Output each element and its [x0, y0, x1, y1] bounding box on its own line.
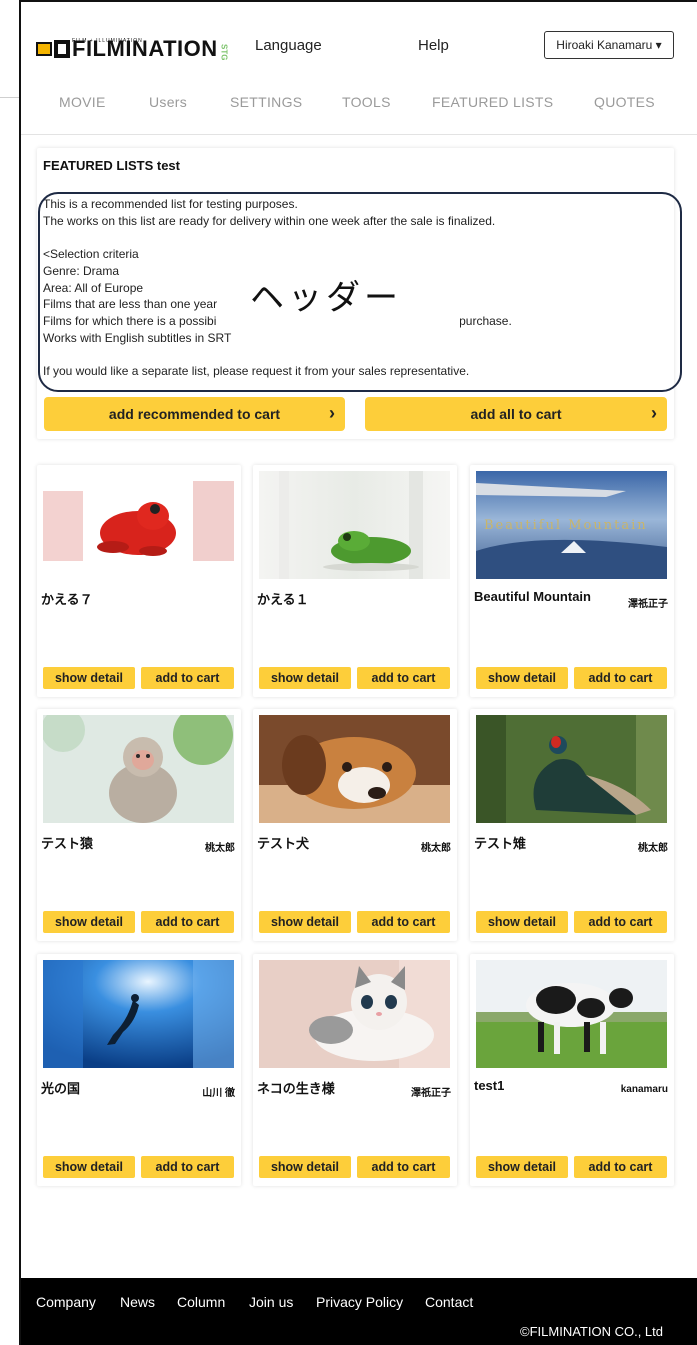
nav-item-users[interactable]: Users: [149, 94, 187, 110]
logo-mark-icon: [36, 38, 72, 60]
add-to-cart-button[interactable]: add to cart: [357, 911, 450, 933]
nav-item-quotes[interactable]: QUOTES: [594, 94, 655, 110]
show-detail-button[interactable]: show detail: [476, 911, 568, 933]
frame-border-left: [19, 0, 21, 1345]
card-title[interactable]: テスト犬: [257, 833, 309, 852]
thumbnail-green-frog[interactable]: [259, 471, 450, 579]
site-header: FILM + ILLUMINATION FILMINATION STG Lang…: [21, 2, 697, 135]
add-to-cart-button[interactable]: add to cart: [141, 667, 234, 689]
thumbnail-cow[interactable]: [476, 960, 667, 1068]
thumbnail-pheasant[interactable]: [476, 715, 667, 823]
copyright: ©FILMINATION CO., Ltd: [520, 1324, 663, 1339]
help-link[interactable]: Help: [418, 37, 449, 54]
card-title[interactable]: ネコの生き様: [257, 1078, 335, 1097]
footer-link-column[interactable]: Column: [177, 1294, 225, 1310]
user-menu-button[interactable]: Hiroaki Kanamaru ▾: [544, 31, 674, 59]
movie-card: テスト雉 桃太郎 show detail add to cart: [470, 709, 674, 941]
thumbnail-red-frog[interactable]: [43, 471, 234, 579]
thumbnail-kitten[interactable]: [259, 960, 450, 1068]
nav-item-settings[interactable]: SETTINGS: [230, 94, 302, 110]
thumbnail-overlay-text: Beautiful Mountain: [484, 518, 648, 533]
add-all-label: add all to cart: [470, 406, 562, 422]
add-to-cart-button[interactable]: add to cart: [141, 911, 234, 933]
add-to-cart-button[interactable]: add to cart: [357, 667, 450, 689]
movie-card: test1 kanamaru show detail add to cart: [470, 954, 674, 1186]
card-author: 澤祇正子: [411, 1088, 451, 1099]
footer-link-news[interactable]: News: [120, 1294, 155, 1310]
add-recommended-label: add recommended to cart: [108, 406, 281, 422]
thumbnail-monkey[interactable]: [43, 715, 234, 823]
card-title[interactable]: かえる１: [257, 589, 309, 608]
card-title[interactable]: テスト雉: [474, 833, 526, 852]
footer-link-privacy-policy[interactable]: Privacy Policy: [316, 1294, 403, 1310]
add-to-cart-button[interactable]: add to cart: [357, 1156, 450, 1178]
movie-card: Beautiful Mountain Beautiful Mountain 澤祇…: [470, 465, 674, 697]
card-author: 澤祇正子: [628, 599, 668, 610]
show-detail-button[interactable]: show detail: [43, 667, 135, 689]
site-footer: Company News Column Join us Privacy Poli…: [21, 1278, 697, 1345]
nav-item-tools[interactable]: TOOLS: [342, 94, 391, 110]
card-title[interactable]: test1: [474, 1078, 504, 1093]
language-link[interactable]: Language: [255, 37, 322, 54]
env-badge: STG: [219, 43, 229, 60]
add-to-cart-button[interactable]: add to cart: [574, 1156, 667, 1178]
show-detail-button[interactable]: show detail: [476, 667, 568, 689]
footer-link-company[interactable]: Company: [36, 1294, 96, 1310]
footer-link-contact[interactable]: Contact: [425, 1294, 473, 1310]
chevron-right-icon: ›: [651, 403, 657, 423]
footer-link-join-us[interactable]: Join us: [249, 1294, 293, 1310]
show-detail-button[interactable]: show detail: [476, 1156, 568, 1178]
movie-card: 光の国 山川 徹 show detail add to cart: [37, 954, 241, 1186]
nav-item-movie[interactable]: MOVIE: [59, 94, 106, 110]
movie-card: かえる１ show detail add to cart: [253, 465, 457, 697]
annotation-label: ヘッダー: [250, 278, 402, 318]
divider: [0, 97, 19, 98]
movie-card: テスト猿 桃太郎 show detail add to cart: [37, 709, 241, 941]
filmination-logo[interactable]: FILM + ILLUMINATION FILMINATION STG: [36, 28, 229, 60]
show-detail-button[interactable]: show detail: [259, 911, 351, 933]
add-recommended-to-cart-button[interactable]: add recommended to cart ›: [44, 397, 345, 431]
add-to-cart-button[interactable]: add to cart: [141, 1156, 234, 1178]
thumbnail-dog[interactable]: [259, 715, 450, 823]
movie-card: テスト犬 桃太郎 show detail add to cart: [253, 709, 457, 941]
thumbnail-diver[interactable]: [43, 960, 234, 1068]
card-author: 桃太郎: [421, 843, 451, 854]
thumbnail-mountain[interactable]: Beautiful Mountain: [476, 471, 667, 579]
add-to-cart-button[interactable]: add to cart: [574, 911, 667, 933]
card-title[interactable]: テスト猿: [41, 833, 93, 852]
card-author: 山川 徹: [202, 1088, 235, 1099]
chevron-right-icon: ›: [329, 403, 335, 423]
card-title[interactable]: Beautiful Mountain: [474, 589, 591, 604]
add-to-cart-button[interactable]: add to cart: [574, 667, 667, 689]
add-all-to-cart-button[interactable]: add all to cart ›: [365, 397, 667, 431]
featured-list-title: FEATURED LISTS test: [43, 158, 180, 173]
show-detail-button[interactable]: show detail: [259, 667, 351, 689]
card-author: kanamaru: [620, 1084, 668, 1095]
logo-tagline: FILM + ILLUMINATION: [72, 38, 143, 44]
card-title[interactable]: かえる７: [41, 589, 93, 608]
movie-card: かえる７ show detail add to cart: [37, 465, 241, 697]
card-author: 桃太郎: [205, 843, 235, 854]
logo-wordmark: FILM + ILLUMINATION FILMINATION: [72, 38, 218, 60]
show-detail-button[interactable]: show detail: [259, 1156, 351, 1178]
card-title[interactable]: 光の国: [41, 1078, 80, 1097]
movie-card: ネコの生き様 澤祇正子 show detail add to cart: [253, 954, 457, 1186]
card-author: 桃太郎: [638, 843, 668, 854]
show-detail-button[interactable]: show detail: [43, 911, 135, 933]
nav-item-featured-lists[interactable]: FEATURED LISTS: [432, 94, 553, 110]
show-detail-button[interactable]: show detail: [43, 1156, 135, 1178]
